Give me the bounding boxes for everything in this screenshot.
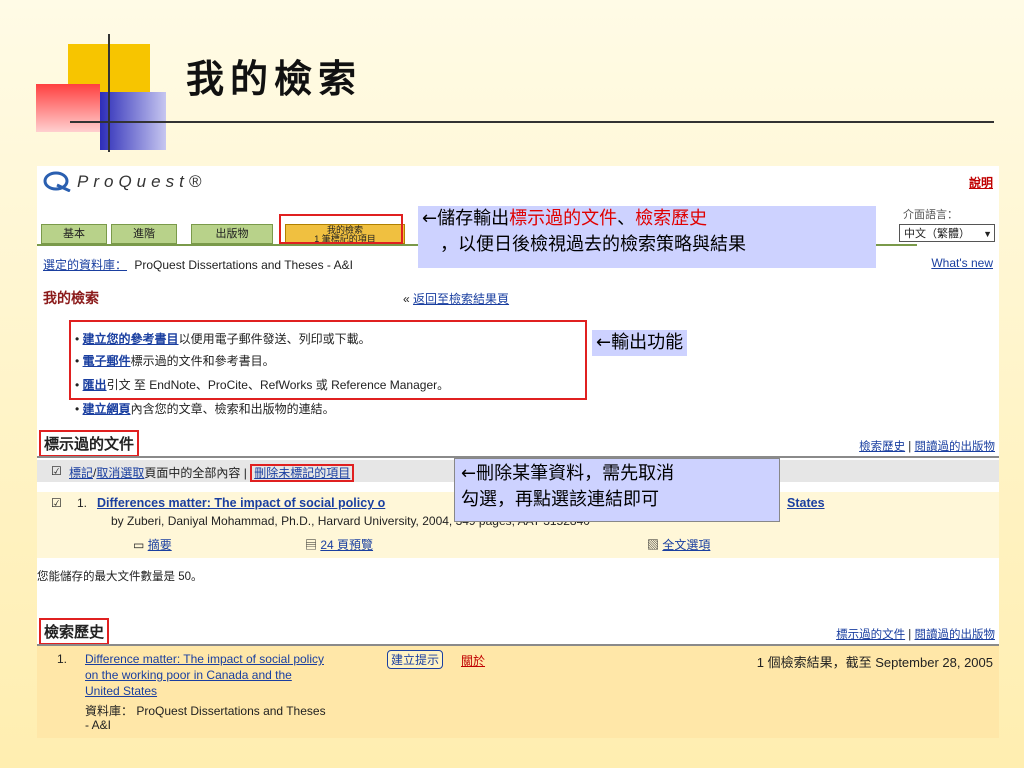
callout-save-line2: ，以便日後檢視過去的檢索策略與結果: [440, 234, 746, 255]
callout-delete-line1: ←刪除某筆資料，需先取消: [461, 463, 675, 484]
toolbar-text: 頁面中的全部內容: [144, 466, 241, 480]
history-link[interactable]: 檢索歷史: [859, 441, 905, 453]
decor-horizontal-line: [70, 121, 994, 123]
page-preview-icon: ▤: [305, 538, 318, 552]
history-query-line1[interactable]: Difference matter: The impact of social …: [85, 652, 324, 666]
database-label[interactable]: 選定的資料庫：: [43, 258, 127, 272]
history-db: 資料庫： ProQuest Dissertations and Theses: [85, 702, 326, 719]
preview-option: ▤ 24 頁預覽: [305, 536, 373, 553]
webpage-text: 內含您的文章、檢索和出版物的連結。: [130, 402, 335, 416]
fulltext-icon: ▧: [647, 538, 660, 552]
abstract-icon: ▭: [133, 538, 145, 552]
history-number: 1.: [57, 652, 68, 666]
create-alert-button[interactable]: 建立提示: [387, 650, 444, 669]
callout-save: ←儲存輸出標示過的文件、檢索歷史 ，以便日後檢視過去的檢索策略與結果: [418, 206, 876, 268]
chevron-down-icon: ▼: [983, 229, 992, 239]
highlight-box-output: [69, 320, 587, 400]
back-arrow-icon: «: [403, 292, 410, 306]
toolbar-separator: |: [243, 466, 247, 480]
unmark-all-link[interactable]: 取消選取: [96, 466, 144, 480]
abstract-option: ▭ 摘要: [133, 536, 172, 553]
history-db-label: 資料庫：: [85, 704, 134, 718]
language-select[interactable]: 中文（繁體） ▼: [899, 224, 995, 242]
callout-delete: ←刪除某筆資料，需先取消 勾選，再點選該連結即可: [454, 458, 780, 522]
callout-save-pre: 儲存輸出: [437, 208, 510, 229]
slide-title: 我的檢索: [186, 56, 363, 101]
whats-new-link[interactable]: What's new: [931, 256, 993, 270]
marked-docs-heading: 標示過的文件: [39, 430, 140, 457]
marked-docs-link[interactable]: 標示過的文件: [836, 629, 905, 641]
history-section-links: 標示過的文件 | 閱讀過的出版物: [836, 629, 996, 641]
proquest-logo: ProQuest®: [77, 172, 207, 191]
about-link[interactable]: 關於: [461, 652, 485, 669]
callout-delete-line2: 勾選，再點選該連結即可: [461, 489, 659, 510]
back-to-results: « 返回至檢索結果頁: [403, 290, 509, 307]
mark-all-link[interactable]: 標記: [69, 466, 93, 480]
decor-square-red: [36, 84, 100, 132]
tab-publications[interactable]: 出版物: [191, 224, 273, 244]
history-query-line3[interactable]: United States: [85, 684, 157, 698]
language-label: 介面語言：: [903, 209, 958, 221]
read-publications-link[interactable]: 閱讀過的出版物: [915, 441, 996, 453]
item-title-link[interactable]: Differences matter: The impact of social…: [97, 496, 385, 510]
callout-save-history: 檢索歷史: [635, 208, 708, 229]
history-query-line2[interactable]: on the working poor in Canada and the: [85, 668, 292, 682]
max-docs-note: 您能儲存的最大文件數量是 50。: [37, 571, 203, 583]
callout-save-marked: 標示過的文件: [509, 208, 618, 229]
database-value: ProQuest Dissertations and Theses - A&I: [134, 258, 353, 272]
marked-section-links: 檢索歷史 | 閱讀過的出版物: [859, 441, 996, 453]
toolbar-text-row: 標記/取消選取頁面中的全部內容 | 刪除未標記的項目: [69, 464, 355, 482]
item-title-tail[interactable]: States: [787, 496, 825, 510]
history-db-tail: - A&I: [85, 718, 112, 732]
proquest-logo-icon: [43, 171, 71, 192]
history-db-value: ProQuest Dissertations and Theses: [136, 704, 326, 718]
tab-advanced[interactable]: 進階: [111, 224, 177, 244]
preview-link[interactable]: 24 頁預覽: [320, 538, 373, 552]
history-read-link[interactable]: 閱讀過的出版物: [915, 629, 996, 641]
back-to-results-link[interactable]: 返回至檢索結果頁: [413, 292, 509, 306]
checkbox-icon[interactable]: ☑: [51, 464, 62, 478]
item-number: 1.: [77, 496, 88, 510]
arrow-left-icon: ←: [422, 208, 438, 229]
highlight-box-tab: [279, 214, 403, 244]
item-checkbox-icon[interactable]: ☑: [51, 496, 62, 510]
callout-output: ←輸出功能: [592, 330, 688, 356]
bullet-webpage: • 建立網頁內含您的文章、檢索和出版物的連結。: [75, 402, 335, 416]
database-row: 選定的資料庫： ProQuest Dissertations and These…: [43, 256, 353, 273]
callout-save-sep: 、: [617, 208, 636, 229]
history-result: 1 個檢索結果，截至 September 28, 2005: [756, 655, 993, 670]
help-link[interactable]: 說明: [969, 174, 993, 191]
page-title: 我的檢索: [43, 290, 99, 306]
callout-save-line1: ←儲存輸出標示過的文件、檢索歷史: [422, 206, 872, 232]
history-heading: 檢索歷史: [39, 618, 110, 645]
delete-unmarked-link[interactable]: 刪除未標記的項目: [250, 464, 355, 482]
decor-vertical-line: [108, 34, 110, 152]
tab-basic[interactable]: 基本: [41, 224, 107, 244]
history-item: 1. Difference matter: The impact of soci…: [37, 646, 999, 738]
fulltext-link[interactable]: 全文選項: [662, 538, 710, 552]
abstract-link[interactable]: 摘要: [148, 538, 172, 552]
webpage-link[interactable]: 建立網頁: [83, 402, 131, 416]
language-value: 中文（繁體）: [904, 228, 970, 240]
fulltext-option: ▧ 全文選項: [647, 536, 710, 553]
